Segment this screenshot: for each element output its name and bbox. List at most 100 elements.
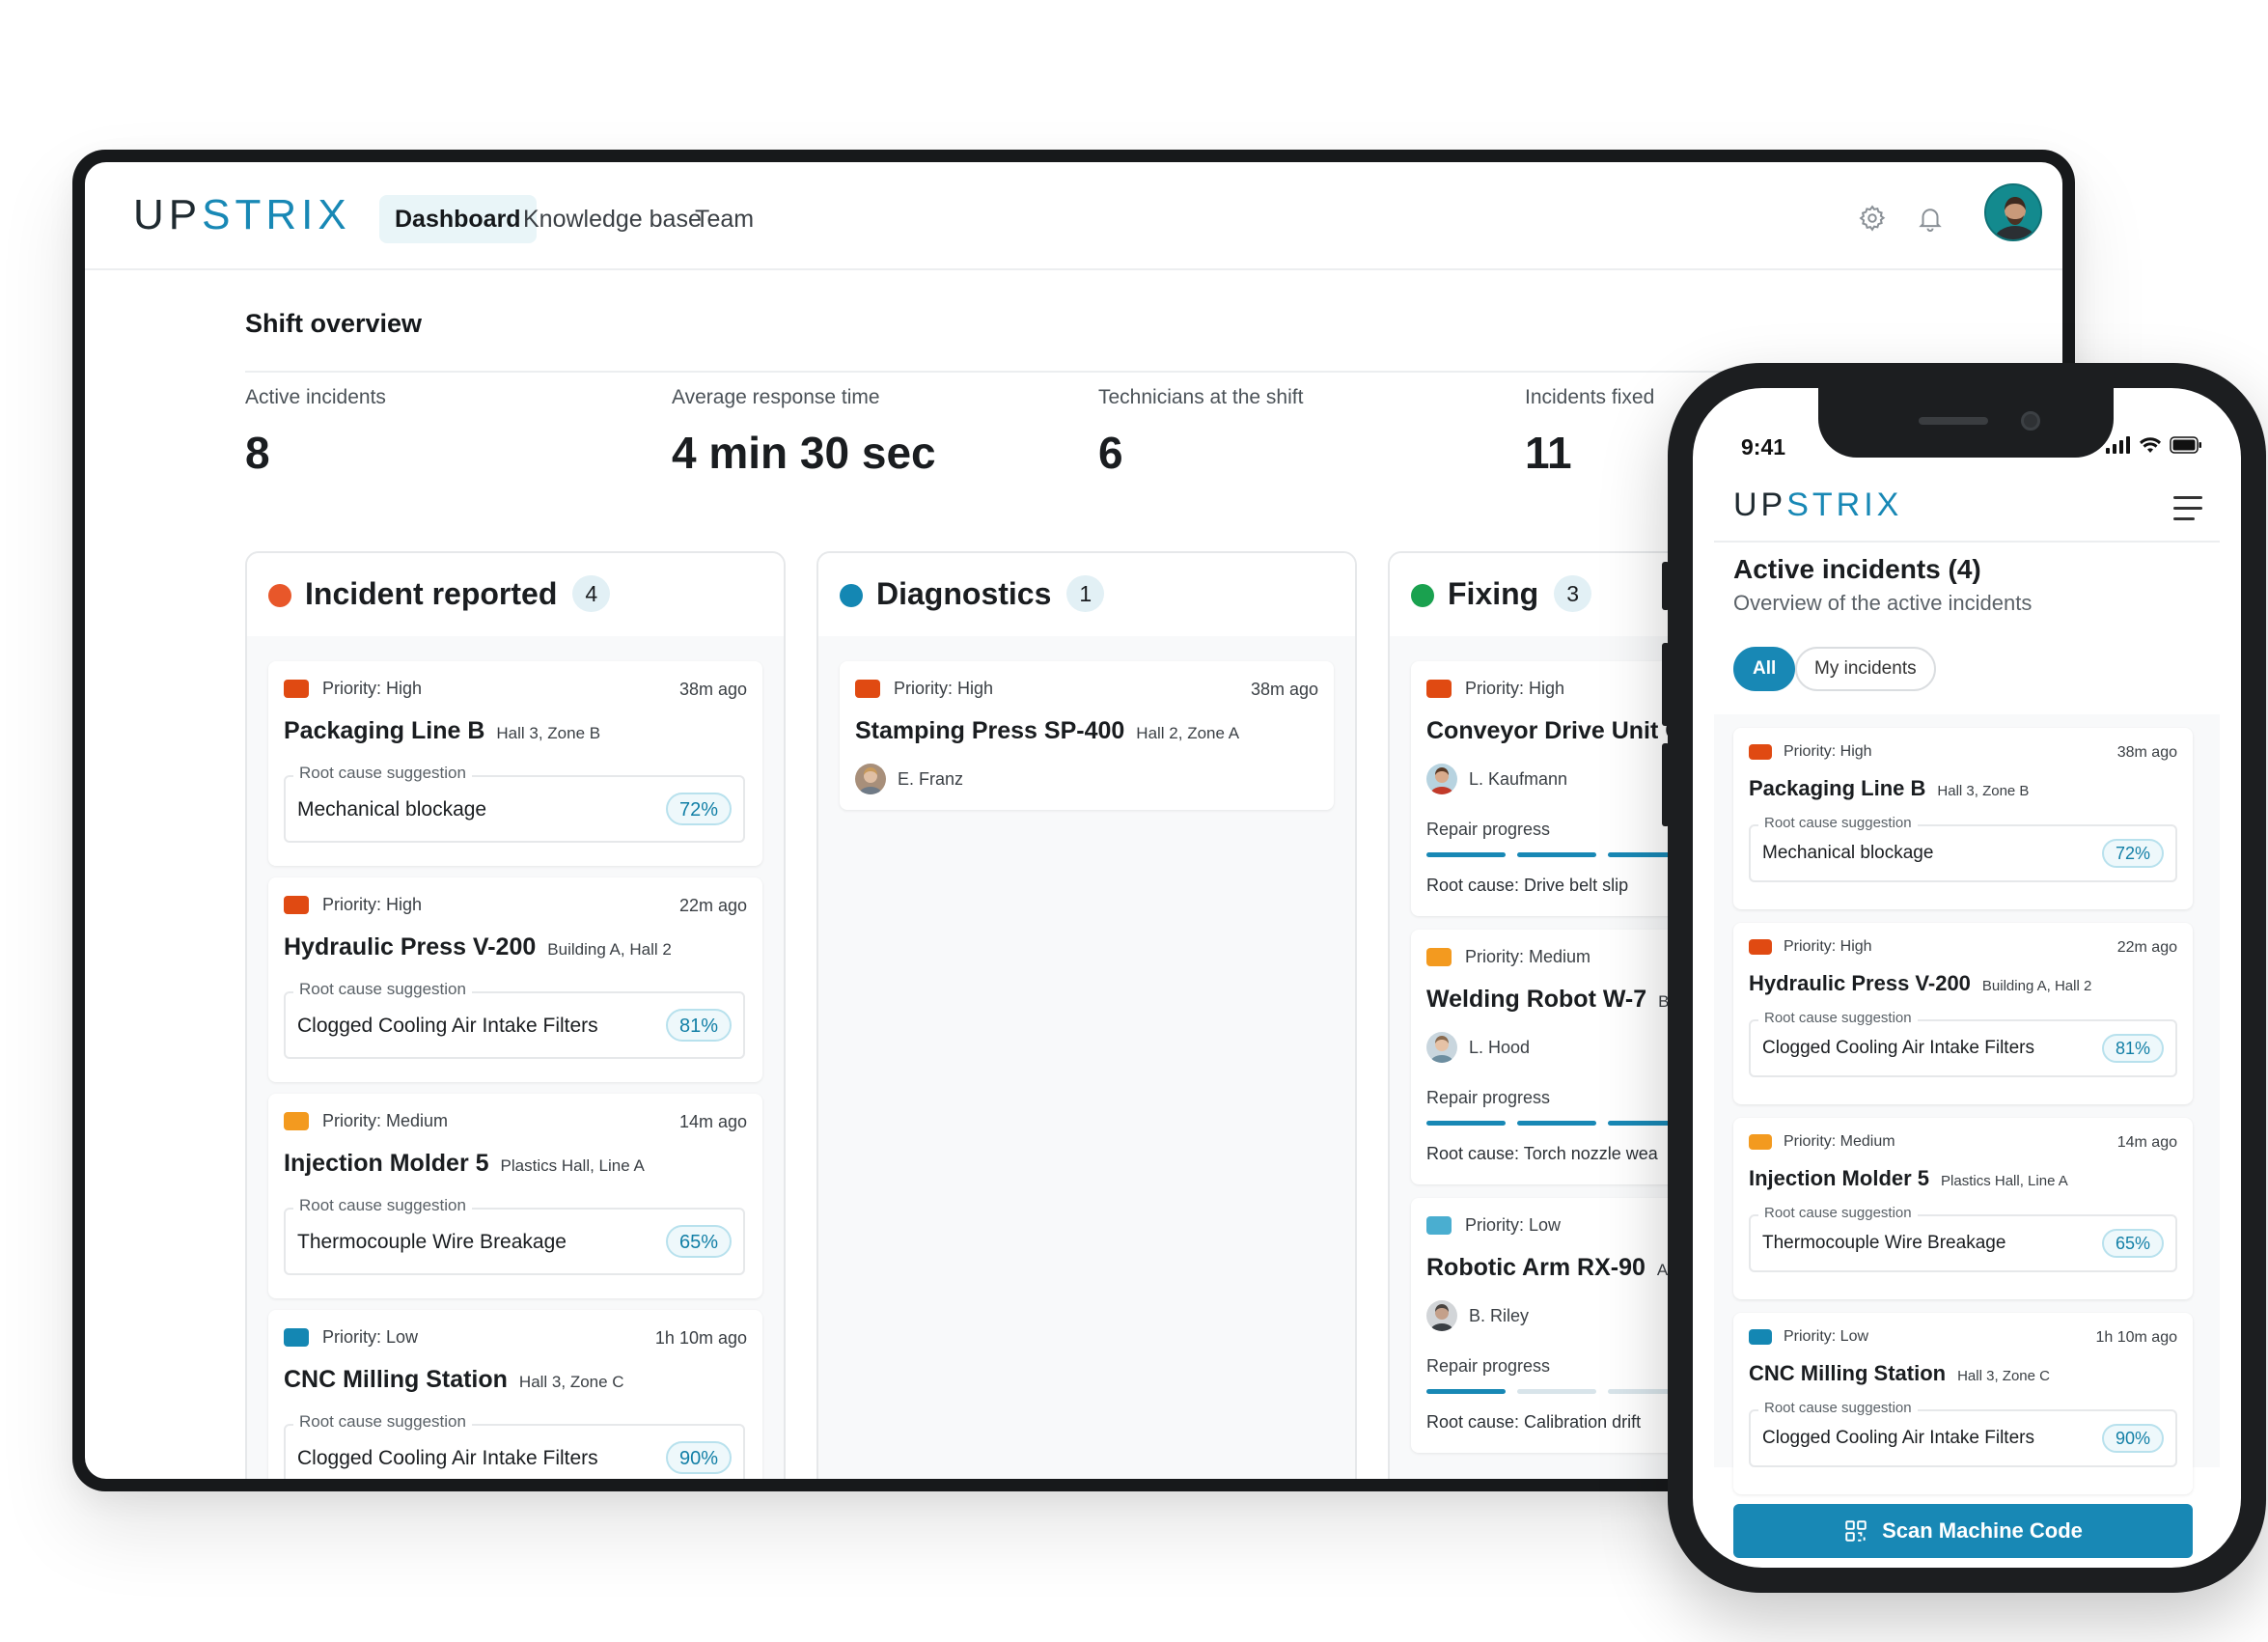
priority-label: Priority: Low <box>1784 1328 1869 1345</box>
upstrix-logo[interactable]: UPSTRIX <box>133 194 351 237</box>
machine-location: Building A, Hall 2 <box>1981 978 2092 994</box>
card-title: Hydraulic Press V-200 Building A, Hall 2 <box>284 933 672 961</box>
machine-name: Injection Molder 5 <box>1749 1166 1930 1190</box>
hamburger-line <box>2173 517 2195 520</box>
priority: Priority: Medium <box>1426 947 1590 967</box>
divider <box>1714 541 2220 543</box>
incident-card[interactable]: Priority: High 22m ago Hydraulic Press V… <box>1733 923 2193 1104</box>
gear-icon[interactable] <box>1851 197 1894 239</box>
stat-active-incidents: Active incidents 8 <box>245 386 386 479</box>
bell-icon[interactable] <box>1909 197 1951 239</box>
incident-card[interactable]: Priority: Low 1h 10m ago CNC Milling Sta… <box>268 1310 762 1479</box>
incident-list: Priority: High 38m ago Packaging Line B H… <box>1714 714 2220 1494</box>
stat-label: Technicians at the shift <box>1098 386 1304 408</box>
technician-avatar <box>1426 1300 1457 1331</box>
technician: E. Franz <box>855 764 963 794</box>
root-cause-label: Root cause suggestion <box>293 1412 472 1432</box>
priority: Priority: Low <box>284 1327 418 1348</box>
priority: Priority: High <box>1749 743 1872 761</box>
status-dot <box>840 584 863 607</box>
incident-card[interactable]: Priority: High 38m ago Packaging Line B H… <box>268 661 762 866</box>
priority: Priority: Low <box>1749 1328 1868 1346</box>
confidence-badge: 90% <box>665 1441 732 1474</box>
incident-card[interactable]: Priority: High 38m ago Stamping Press SP… <box>840 661 1334 810</box>
battery-icon <box>2170 436 2201 454</box>
stat-value: 8 <box>245 428 270 478</box>
root-cause-label: Root cause suggestion <box>1758 1205 1918 1221</box>
scan-button-label: Scan Machine Code <box>1882 1518 2083 1543</box>
priority-label: Priority: Medium <box>322 1111 449 1130</box>
stat-incidents-fixed: Incidents fixed 11 <box>1525 386 1654 479</box>
priority: Priority: High <box>284 895 422 915</box>
page-subtitle: Overview of the active incidents <box>1733 591 2033 615</box>
progress-segment <box>1517 1389 1596 1394</box>
root-cause-suggestion: Root cause suggestion Mechanical blockag… <box>284 764 745 843</box>
column-count-badge: 4 <box>572 574 611 612</box>
incident-card[interactable]: Priority: Medium 14m ago Injection Molde… <box>1733 1118 2193 1299</box>
filter-all[interactable]: All <box>1733 647 1796 691</box>
repair-progress-label: Repair progress <box>1426 820 1551 839</box>
root-cause-text: Mechanical blockage <box>1762 843 1934 863</box>
progress-segment <box>1426 1121 1506 1126</box>
priority-marker <box>284 1112 309 1130</box>
logo-part-2: STRIX <box>1786 487 1903 523</box>
column-diagnostics: Diagnostics 1 Priority: High 38m ago Stam… <box>816 551 1357 1479</box>
stat-average-response-time: Average response time 4 min 30 sec <box>672 386 936 479</box>
confidence-badge: 81% <box>2101 1034 2164 1063</box>
priority-label: Priority: High <box>322 895 423 914</box>
column-title-text: Incident reported <box>305 576 558 611</box>
upstrix-logo[interactable]: UPSTRIX <box>1733 488 1902 521</box>
technician: L. Hood <box>1426 1032 1530 1063</box>
machine-name: Conveyor Drive Unit C <box>1426 717 1683 744</box>
card-title: CNC Milling Station Hall 3, Zone C <box>1749 1361 2050 1386</box>
nav-team[interactable]: Team <box>679 195 769 243</box>
status-dot <box>268 584 291 607</box>
card-title: Injection Molder 5 Plastics Hall, Line A <box>1749 1166 2068 1191</box>
time-ago: 14m ago <box>678 1112 747 1131</box>
technician: B. Riley <box>1426 1300 1529 1331</box>
root-cause-suggestion: Root cause suggestion Clogged Cooling Ai… <box>284 980 745 1059</box>
time-ago: 38m ago <box>1250 680 1318 699</box>
confidence-badge: 72% <box>665 793 732 825</box>
technician: L. Kaufmann <box>1426 764 1567 794</box>
incident-card[interactable]: Priority: High 22m ago Hydraulic Press V… <box>268 877 762 1082</box>
stat-value: 11 <box>1525 428 1572 478</box>
priority: Priority: High <box>1426 679 1564 699</box>
technician-name: B. Riley <box>1469 1305 1530 1325</box>
machine-location: Hall 2, Zone A <box>1136 724 1240 742</box>
priority-marker <box>1749 939 1772 955</box>
card-title: Robotic Arm RX-90 As <box>1426 1254 1676 1282</box>
card-title: Packaging Line B Hall 3, Zone B <box>284 717 600 745</box>
technician-avatar <box>1426 764 1457 794</box>
incident-card[interactable]: Priority: Low 1h 10m ago CNC Milling Sta… <box>1733 1313 2193 1494</box>
priority-label: Priority: Low <box>322 1327 419 1347</box>
card-title: Conveyor Drive Unit C <box>1426 717 1682 745</box>
priority-marker <box>855 680 880 698</box>
column-incident-reported: Incident reported 4 Priority: High 38m ag… <box>245 551 786 1479</box>
priority-label: Priority: Medium <box>1465 947 1591 966</box>
hamburger-icon[interactable] <box>2173 496 2204 521</box>
card-title: Packaging Line B Hall 3, Zone B <box>1749 776 2029 801</box>
scan-machine-code-button[interactable]: Scan Machine Code <box>1733 1504 2193 1558</box>
filter-my-incidents[interactable]: My incidents <box>1795 647 1936 691</box>
card-title: CNC Milling Station Hall 3, Zone C <box>284 1366 624 1394</box>
speaker <box>1919 417 1988 425</box>
phone-button <box>1662 743 1670 826</box>
time-ago: 22m ago <box>2116 939 2177 956</box>
priority-label: Priority: High <box>322 679 423 698</box>
machine-name: Hydraulic Press V-200 <box>1749 971 1971 995</box>
progress-segment <box>1517 852 1596 857</box>
priority-label: Priority: High <box>1784 938 1872 955</box>
machine-name: CNC Milling Station <box>284 1366 508 1393</box>
hamburger-line <box>2173 507 2202 510</box>
incident-card[interactable]: Priority: Medium 14m ago Injection Molde… <box>268 1094 762 1298</box>
status-bar-icons <box>2106 436 2202 454</box>
user-avatar[interactable] <box>1984 183 2042 241</box>
page-title: Shift overview <box>245 309 423 338</box>
time-ago: 38m ago <box>678 680 747 699</box>
technician-name: L. Kaufmann <box>1469 768 1568 789</box>
priority-marker <box>284 896 309 914</box>
column-title: Fixing 3 <box>1448 574 1592 615</box>
incident-card[interactable]: Priority: High 38m ago Packaging Line B H… <box>1733 728 2193 909</box>
machine-location: Building A, Hall 2 <box>547 940 672 959</box>
